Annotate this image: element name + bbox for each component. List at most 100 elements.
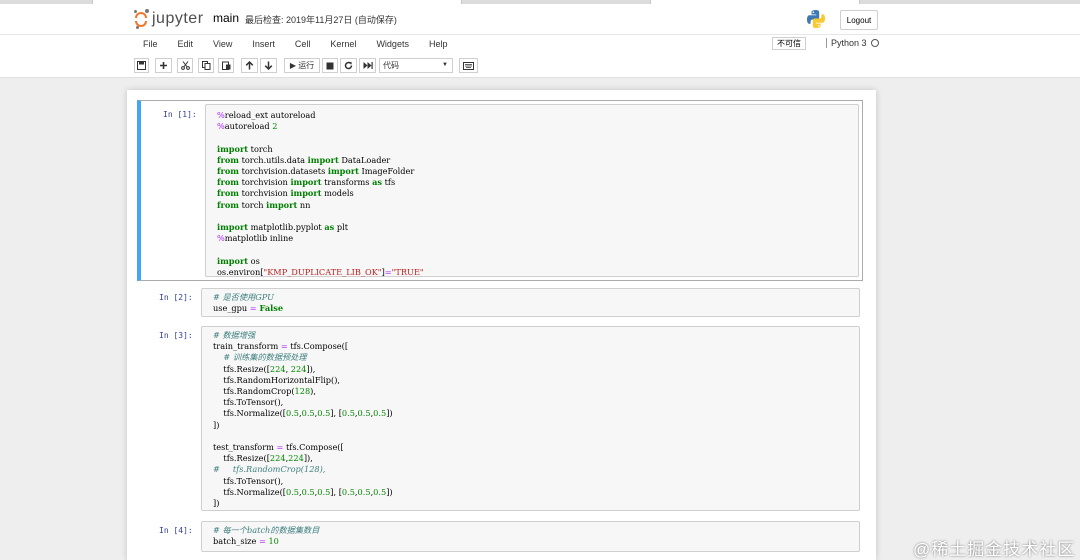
code-token: tfs.ToTensor(), [213, 397, 284, 408]
code-cell-2[interactable]: In [2]: # 是否使用GPU use_gpu = False [137, 286, 863, 319]
menu-insert[interactable]: Insert [252, 39, 275, 49]
menubar: File Edit View Insert Cell Kernel Widget… [0, 34, 1080, 54]
cell-prompt: In [1]: [163, 110, 197, 119]
code-token: 2 [272, 121, 278, 132]
code-token: 10 [268, 536, 279, 547]
menu-edit[interactable]: Edit [178, 39, 194, 49]
code-token: from [217, 188, 239, 199]
code-line: # tfs.RandomCrop(128), [213, 464, 393, 475]
cell-type-select[interactable]: 代码 ▼ [379, 58, 453, 73]
code-token: ]), [303, 453, 313, 464]
command-palette-button[interactable] [459, 58, 478, 73]
cell-editor[interactable]: # 数据增强 train_transform = tfs.Compose([ # … [201, 326, 860, 511]
code-token: as [324, 222, 335, 232]
menu-view[interactable]: View [213, 39, 232, 49]
code-line: ]) [213, 498, 393, 509]
refresh-icon [344, 61, 353, 70]
checkpoint-status: 最后检查: 2019年11月27日 (自动保存) [245, 15, 397, 25]
code-token: # 训练集的数据预处理 [223, 352, 307, 363]
move-up-button[interactable] [241, 58, 258, 73]
code-line: from torch.utils.data import DataLoader [217, 155, 424, 166]
copy-button[interactable] [198, 58, 214, 73]
logout-button[interactable]: Logout [840, 10, 878, 30]
code-cell-4[interactable]: In [4]: # 每一个batch的数据集数目 batch_size = 10 [137, 519, 863, 554]
chevron-down-icon: ▼ [442, 62, 448, 68]
menu-file[interactable]: File [143, 39, 158, 49]
code-token: 0.5 [357, 486, 371, 497]
code-token: import [266, 199, 298, 210]
menu-widgets[interactable]: Widgets [376, 39, 409, 49]
code-token: reload_ext autoreload [224, 110, 316, 120]
code-token: nn [297, 199, 311, 210]
code-line: tfs.RandomHorizontalFlip(), [213, 375, 393, 386]
cell-prompt: In [3]: [159, 331, 193, 340]
paste-button[interactable] [218, 58, 234, 73]
code-token: % [217, 110, 225, 120]
code-token: DataLoader [338, 154, 391, 165]
code-cell-1[interactable]: In [1]: %reload_ext autoreload %autoreloa… [137, 100, 863, 281]
code-line: tfs.ToTensor(), [213, 397, 393, 408]
code-token: ]) [213, 498, 220, 509]
code-line: train_transform = tfs.Compose([ [213, 341, 393, 352]
code-token: torch.utils.data [238, 154, 308, 165]
restart-kernel-button[interactable] [340, 58, 357, 73]
code-cell-3[interactable]: In [3]: # 数据增强 train_transform = tfs.Comp… [137, 324, 863, 513]
interrupt-kernel-button[interactable] [322, 58, 338, 73]
code-token: 224 [269, 453, 286, 464]
cell-editor[interactable]: # 是否使用GPU use_gpu = False [201, 288, 860, 317]
cell-prompt: In [2]: [159, 293, 193, 302]
code-token: batch_size [213, 536, 259, 547]
code-token: 0.5 [301, 408, 315, 419]
code-line: tfs.Normalize([0.5,0.5,0.5], [0.5,0.5,0.… [213, 486, 392, 498]
code-token: tfs.RandomCrop( [213, 386, 295, 397]
save-button[interactable] [134, 58, 149, 73]
cell-editor[interactable]: %reload_ext autoreload %autoreload 2 impor… [205, 104, 859, 277]
code-line: %matplotlib inline [217, 233, 424, 244]
code-token: train_transform [213, 341, 281, 352]
cell-editor[interactable]: # 每一个batch的数据集数目 batch_size = 10 [201, 521, 860, 552]
code-token: 0.5 [373, 408, 387, 419]
kernel-name[interactable]: Python 3 [826, 38, 867, 48]
code-token: 0.5 [341, 486, 355, 497]
code-line: import matplotlib.pyplot as plt [217, 222, 424, 233]
code-token: tfs [382, 177, 396, 188]
trusted-indicator[interactable]: 不可信 [772, 37, 806, 50]
move-down-button[interactable] [260, 58, 277, 73]
fast-forward-icon [363, 62, 373, 69]
code-token: 224 [288, 453, 304, 464]
keyboard-icon [463, 61, 474, 70]
notebook-name[interactable]: main [213, 11, 239, 25]
arrow-up-icon [245, 61, 254, 70]
cell-prompt: In [4]: [159, 526, 193, 535]
run-button[interactable]: ▶ 运行 [284, 58, 320, 73]
code-token: 224 [290, 363, 307, 374]
python-kernel-icon [807, 10, 825, 28]
menu-kernel[interactable]: Kernel [330, 39, 356, 49]
code-token: matplotlib inline [224, 233, 294, 244]
toolbar: ▶ 运行 代码 ▼ [0, 54, 1080, 78]
code-token: torch [238, 199, 267, 210]
scissors-icon [180, 61, 190, 70]
code-token: tfs.Compose([ [283, 442, 344, 453]
insert-cell-button[interactable] [155, 58, 172, 73]
jupyter-logo[interactable]: jupyter [134, 8, 204, 30]
code-token: = [280, 341, 288, 352]
code-token: torchvision [238, 188, 291, 199]
watermark: @稀土掘金技术社区 [913, 540, 1076, 559]
code-token: tfs.ToTensor(), [213, 475, 284, 486]
code-token: = [249, 303, 257, 314]
code-token: # tfs.RandomCrop(128), [213, 464, 326, 475]
code-token: ]) [213, 419, 220, 430]
notebook-container: In [1]: %reload_ext autoreload %autoreloa… [127, 90, 876, 560]
cut-button[interactable] [177, 58, 193, 73]
code-line: from torchvision import models [217, 188, 424, 199]
code-line: os.environ["KMP_DUPLICATE_LIB_OK"]="TRUE… [217, 267, 424, 278]
menu-cell[interactable]: Cell [295, 39, 311, 49]
restart-run-all-button[interactable] [359, 58, 376, 73]
code-token: from [217, 199, 239, 210]
menu-help[interactable]: Help [429, 39, 448, 49]
cell-type-value: 代码 [383, 61, 399, 70]
code-token: os.environ[ [217, 266, 264, 277]
